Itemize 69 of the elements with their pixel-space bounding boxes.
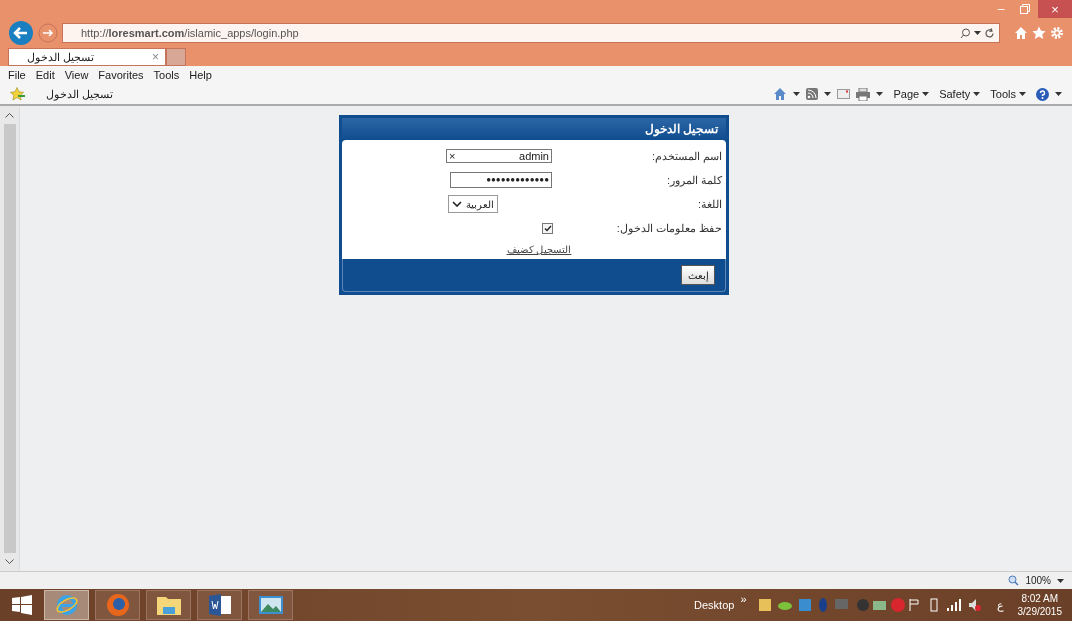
menu-item[interactable]: File — [8, 66, 26, 84]
panel-title: تسجيل الدخول — [644, 121, 718, 138]
close-button[interactable]: × — [1038, 0, 1072, 18]
desktop-toolbar[interactable]: Desktop — [694, 596, 735, 614]
caret-icon — [974, 31, 981, 35]
url-text: http://loresmart.com/islamic_apps/login.php — [81, 25, 300, 41]
command-menu[interactable]: Safety — [939, 85, 981, 103]
caret-icon — [793, 92, 801, 96]
caret-icon — [1019, 92, 1026, 96]
clock[interactable]: 8:02 AM 3/29/2015 — [1017, 592, 1062, 618]
zoom-icon[interactable] — [1008, 575, 1020, 586]
browser-e-icon — [54, 593, 79, 617]
feed-icon[interactable] — [806, 88, 819, 100]
windows-logo-icon[interactable] — [12, 595, 32, 615]
command-menu[interactable]: Page — [893, 85, 930, 103]
star-arrow-icon[interactable] — [10, 87, 26, 101]
help-icon[interactable] — [1036, 87, 1049, 101]
field-label: اللغة: — [696, 196, 722, 212]
chevron-down-icon — [452, 201, 462, 207]
settings-icon[interactable] — [1050, 26, 1064, 40]
taskbar-app[interactable] — [248, 590, 293, 620]
field-label: حفظ معلومات الدخول: — [615, 220, 722, 237]
caret-icon — [1055, 92, 1062, 96]
search-icon[interactable] — [960, 27, 971, 39]
menu-item[interactable]: Help — [189, 66, 212, 84]
menu-item[interactable]: Favorites — [98, 66, 144, 84]
guest-login-link[interactable]: التسجيل كضيف — [506, 242, 572, 257]
caret-icon — [876, 92, 884, 96]
menu-item[interactable]: Tools — [153, 66, 180, 84]
menu-item[interactable]: Edit — [35, 66, 55, 84]
tab-close-icon[interactable]: × — [152, 48, 159, 66]
caret-icon — [1057, 578, 1064, 583]
keyboard-language[interactable]: ع — [996, 596, 1004, 614]
clear-icon[interactable]: × — [449, 147, 456, 165]
field-label: اسم المستخدم: — [650, 148, 722, 165]
checkmark-icon — [543, 224, 552, 232]
printer-icon[interactable] — [856, 87, 871, 101]
home-icon[interactable] — [1014, 26, 1028, 40]
taskbar-app[interactable] — [197, 590, 242, 620]
taskbar-app[interactable] — [146, 590, 191, 620]
restore-icon[interactable] — [1020, 4, 1030, 14]
username-value: admin — [519, 148, 549, 164]
submit-button[interactable]: إبعث — [681, 265, 715, 285]
caret-icon — [973, 92, 981, 96]
scroll-down-icon[interactable] — [5, 559, 14, 565]
photo-viewer-icon — [257, 594, 284, 616]
zoom-level[interactable]: 100% — [1025, 573, 1051, 588]
tab-title: تسجيل الدخول — [27, 49, 95, 66]
overflow-chevron[interactable]: » — [740, 591, 747, 608]
command-menu[interactable]: Tools — [990, 85, 1026, 103]
scroll-up-icon[interactable] — [5, 112, 14, 118]
star-icon[interactable] — [1032, 26, 1046, 40]
folder-icon — [155, 594, 182, 616]
caret-icon — [922, 92, 930, 96]
language-select[interactable]: العربية — [448, 195, 498, 213]
caret-icon — [824, 92, 832, 96]
refresh-icon[interactable] — [984, 27, 995, 39]
browser-tab[interactable]: تسجيل الدخول × — [8, 48, 166, 66]
menu-item[interactable]: View — [64, 66, 89, 84]
username-field[interactable]: × admin — [446, 149, 552, 163]
remember-checkbox[interactable] — [542, 222, 553, 234]
word-document-icon — [207, 594, 232, 616]
password-field[interactable]: ●●●●●●●●●●●●● — [450, 172, 552, 188]
address-bar[interactable]: http://loresmart.com/islamic_apps/login.php — [62, 23, 1000, 43]
scrollbar[interactable] — [0, 106, 20, 571]
favorite-link[interactable]: تسجيل الدخول — [46, 85, 114, 103]
home-icon[interactable] — [773, 87, 788, 101]
mail-icon[interactable] — [837, 89, 851, 99]
field-label: كلمة المرور: — [665, 172, 722, 189]
